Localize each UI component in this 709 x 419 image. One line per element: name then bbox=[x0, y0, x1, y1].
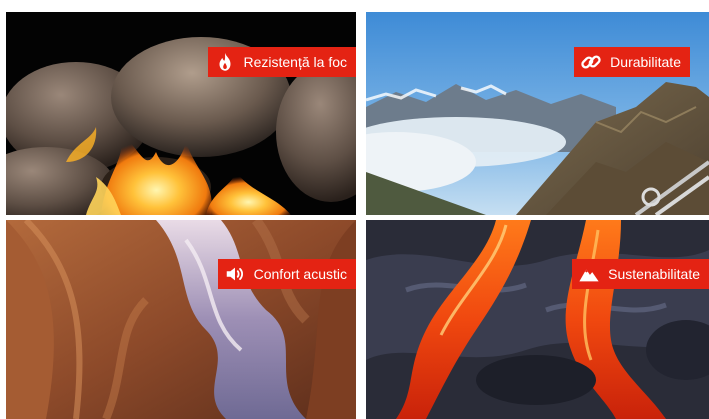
fire-resistance-badge[interactable]: Rezistență la foc bbox=[207, 47, 356, 77]
mountain-icon bbox=[578, 263, 600, 285]
speaker-icon bbox=[224, 263, 246, 285]
lava-image bbox=[366, 220, 709, 419]
sustainability-badge[interactable]: Sustenabilitate bbox=[572, 259, 709, 289]
tile-acoustic-comfort[interactable]: Confort acustic bbox=[6, 220, 356, 419]
acoustic-comfort-label: Confort acustic bbox=[253, 266, 347, 282]
durability-badge[interactable]: Durabilitate bbox=[574, 47, 690, 77]
fire-stones-image bbox=[6, 12, 356, 215]
tile-fire-resistance[interactable]: Rezistență la foc bbox=[6, 12, 356, 215]
canyon-image bbox=[6, 220, 356, 419]
acoustic-comfort-badge[interactable]: Confort acustic bbox=[217, 259, 356, 289]
tile-durability[interactable]: Durabilitate bbox=[366, 12, 709, 215]
chain-link-icon bbox=[580, 51, 602, 73]
fire-resistance-label: Rezistență la foc bbox=[243, 54, 348, 70]
flame-icon bbox=[214, 51, 236, 73]
tile-sustainability[interactable]: Sustenabilitate bbox=[366, 220, 709, 419]
sustainability-label: Sustenabilitate bbox=[608, 266, 700, 282]
mountain-image bbox=[366, 12, 709, 215]
durability-label: Durabilitate bbox=[610, 54, 681, 70]
